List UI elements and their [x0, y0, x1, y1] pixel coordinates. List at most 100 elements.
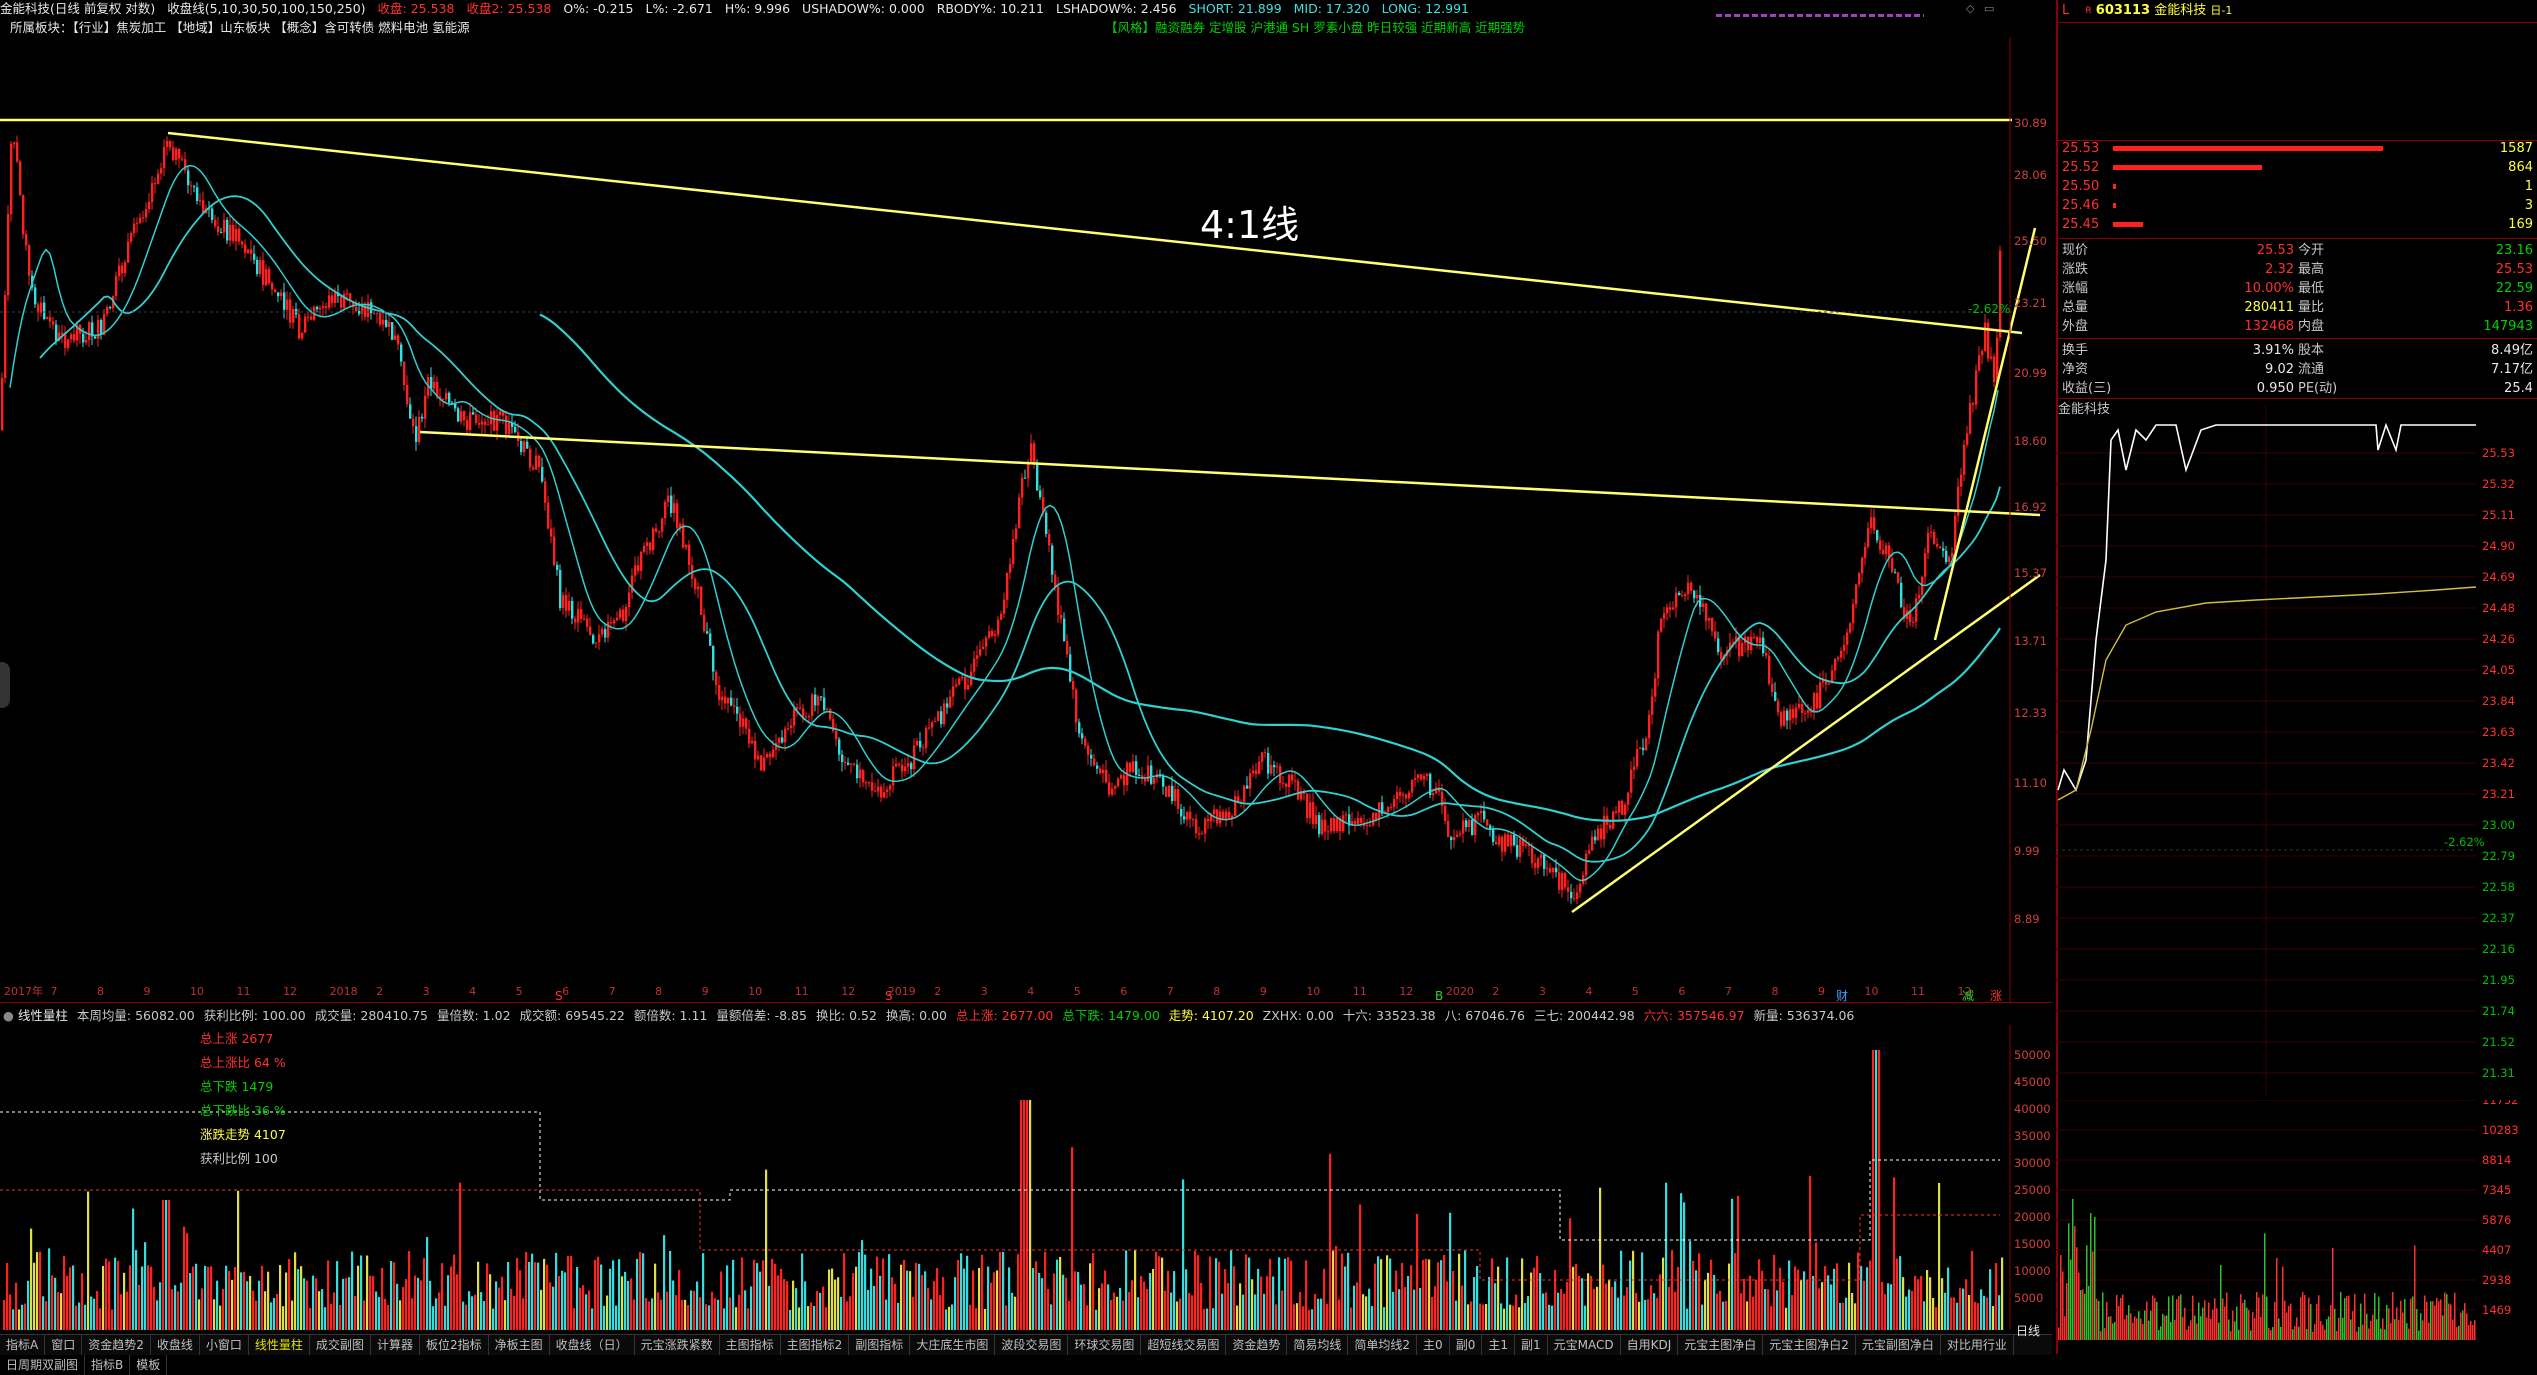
candle-body — [1705, 603, 1708, 621]
volume-bar — [417, 1277, 420, 1330]
intraday-vol-bar — [2116, 1295, 2118, 1340]
volume-bar — [603, 1305, 606, 1330]
candle-body — [1516, 845, 1519, 857]
vol-legend-item: 总上涨 2677 — [200, 1031, 274, 1046]
sell-level[interactable]: 25.46 3 — [2058, 197, 2537, 215]
quote-value: 7.17亿 — [2491, 362, 2533, 377]
volume-chart[interactable] — [0, 1025, 2052, 1330]
volume-bar — [1965, 1279, 1968, 1330]
indicator-tab[interactable]: 主0 — [1417, 1335, 1450, 1355]
intraday-vol-bar — [2284, 1300, 2286, 1340]
indicator-tab[interactable]: 指标A — [0, 1335, 46, 1355]
candle-body — [1027, 462, 1030, 478]
candle-body — [1933, 531, 1936, 545]
indicator-tab[interactable]: 元宝主图净白 — [1678, 1335, 1764, 1355]
sector-text: 所属板块：【行业】焦炭加工 【地域】山东板块 【概念】含可转债 燃料电池 氢能源 — [10, 20, 470, 35]
sell-vol-bar — [2113, 222, 2143, 227]
candle-body — [709, 633, 712, 646]
diamond-icon[interactable]: ◇ — [1966, 2, 1974, 15]
stock-title[interactable]: 金能科技(日线 前复权 对数) — [0, 1, 155, 16]
candle-body — [469, 412, 472, 430]
indicator-tab[interactable]: 副0 — [1450, 1335, 1483, 1355]
indicator-tab[interactable]: 超短线交易图 — [1141, 1335, 1227, 1355]
volume-bar — [1737, 1195, 1740, 1330]
indicator-tab[interactable]: 波段交易图 — [995, 1335, 1069, 1355]
sell-level[interactable]: 25.45 169 — [2058, 216, 2537, 234]
indicator-tab[interactable]: 收盘线（日） — [550, 1335, 635, 1355]
indicator-tab[interactable]: 副1 — [1515, 1335, 1548, 1355]
sell-level[interactable]: 25.52 864 — [2058, 159, 2537, 177]
indicator-tab[interactable]: 净板主图 — [489, 1335, 550, 1355]
indicator-tab[interactable]: 窗口 — [45, 1335, 83, 1355]
intraday-vol-tick: 2938 — [2482, 1273, 2511, 1287]
candle-body — [529, 448, 532, 468]
volume-bar — [315, 1278, 318, 1330]
vol-tick: 15000 — [2014, 1237, 2051, 1251]
indicator-tab[interactable]: 板位2指标 — [420, 1335, 489, 1355]
volume-bar — [1011, 1292, 1014, 1330]
vol-stat: 三七: 200442.98 — [1533, 1008, 1635, 1023]
ma-label[interactable]: 收盘线(5,10,30,50,100,150,250) — [167, 1, 365, 16]
indicator-tab[interactable]: 副图指标 — [849, 1335, 911, 1355]
indicator-tab[interactable]: 环球交易图 — [1068, 1335, 1142, 1355]
candle-body — [883, 792, 886, 798]
period-tag[interactable]: 日-1 — [2210, 4, 2232, 17]
indicator-tab[interactable]: 简单均线2 — [1348, 1335, 1418, 1355]
indicator-tab[interactable]: 模板 — [130, 1355, 168, 1375]
volume-bar — [1365, 1296, 1368, 1330]
period-label[interactable]: 日线 — [2016, 1322, 2040, 1339]
indicator-tab[interactable]: 元宝MACD — [1548, 1335, 1621, 1355]
minimize-icon[interactable]: ▭ — [1984, 2, 1994, 15]
candle-body — [619, 609, 622, 618]
volume-bar — [1731, 1198, 1734, 1330]
candle-body — [1111, 788, 1114, 795]
indicator-tab[interactable]: 线性量柱 — [249, 1335, 310, 1355]
time-tick: 3 — [1539, 985, 1546, 998]
indicator-tab[interactable]: 主图指标2 — [781, 1335, 850, 1355]
candle-body — [928, 727, 931, 729]
indicator-tab[interactable]: 元宝涨跌紧数 — [635, 1335, 720, 1355]
indicator-tab[interactable]: 小窗口 — [200, 1335, 249, 1355]
collapse-handle[interactable] — [0, 662, 10, 708]
indicator-tab[interactable]: 元宝副图净白 — [1856, 1335, 1941, 1355]
sell-level[interactable]: 25.53 1587 — [2058, 140, 2537, 158]
indicator-tab[interactable]: 资金趋势2 — [82, 1335, 151, 1355]
pane-divider[interactable] — [0, 1002, 2052, 1003]
window-controls[interactable]: ◇ ▭ — [1966, 2, 1994, 15]
intraday-vol-bar — [2220, 1264, 2222, 1340]
volume-bar — [1719, 1290, 1722, 1330]
indicator-tab[interactable]: 对比用行业 — [1941, 1335, 2014, 1355]
long-value: LONG: 12.991 — [1381, 1, 1469, 16]
candle-body — [1756, 636, 1759, 643]
volume-bar — [963, 1268, 966, 1330]
volume-bar — [1113, 1292, 1116, 1330]
indicator-tab[interactable]: 成交副图 — [310, 1335, 371, 1355]
settings-dot-icon[interactable]: ● — [3, 1008, 14, 1023]
volume-bar — [867, 1289, 870, 1330]
candle-body — [1219, 811, 1222, 824]
indicator-tab[interactable]: 资金趋势 — [1226, 1335, 1288, 1355]
indicator-tab[interactable]: 收盘线 — [151, 1335, 200, 1355]
volume-bar — [1104, 1270, 1107, 1330]
indicator-tab[interactable]: 计算器 — [371, 1335, 420, 1355]
time-tick: 9 — [1260, 985, 1267, 998]
candle-body — [721, 696, 724, 701]
intraday-chart[interactable]: 25.5325.3225.1124.9024.6924.4824.2624.05… — [2056, 405, 2537, 1095]
l-badge[interactable]: L — [2062, 3, 2069, 18]
indicator-tab[interactable]: 日周期双副图 — [0, 1355, 86, 1375]
indicator-tab[interactable]: 主1 — [1482, 1335, 1515, 1355]
indicator-tab[interactable]: 自用KDJ — [1621, 1335, 1679, 1355]
indicator-tab[interactable]: 简易均线 — [1287, 1335, 1349, 1355]
indicator-tab[interactable]: 元宝主图净白2 — [1763, 1335, 1856, 1355]
indicator-tab[interactable]: 大庄底生市图 — [910, 1335, 996, 1355]
indicator-tab[interactable]: 指标B — [85, 1355, 131, 1375]
volume-bar — [1077, 1272, 1080, 1330]
candle-body — [1189, 811, 1192, 820]
intraday-volume[interactable]: 1175210283881473455876440729381469 — [2056, 1100, 2537, 1350]
quote-value: 8.49亿 — [2491, 343, 2533, 358]
sell-level[interactable]: 25.50 1 — [2058, 178, 2537, 196]
volume-bar — [621, 1276, 624, 1330]
kline-chart[interactable]: 4:1线 -2.62% 2017年 7 8 9 10 11 12 2018 2 3 4 5 6 7 8 9 10… — [0, 38, 2052, 1002]
indicator-tab[interactable]: 主图指标 — [720, 1335, 781, 1355]
volume-bar — [879, 1275, 882, 1330]
